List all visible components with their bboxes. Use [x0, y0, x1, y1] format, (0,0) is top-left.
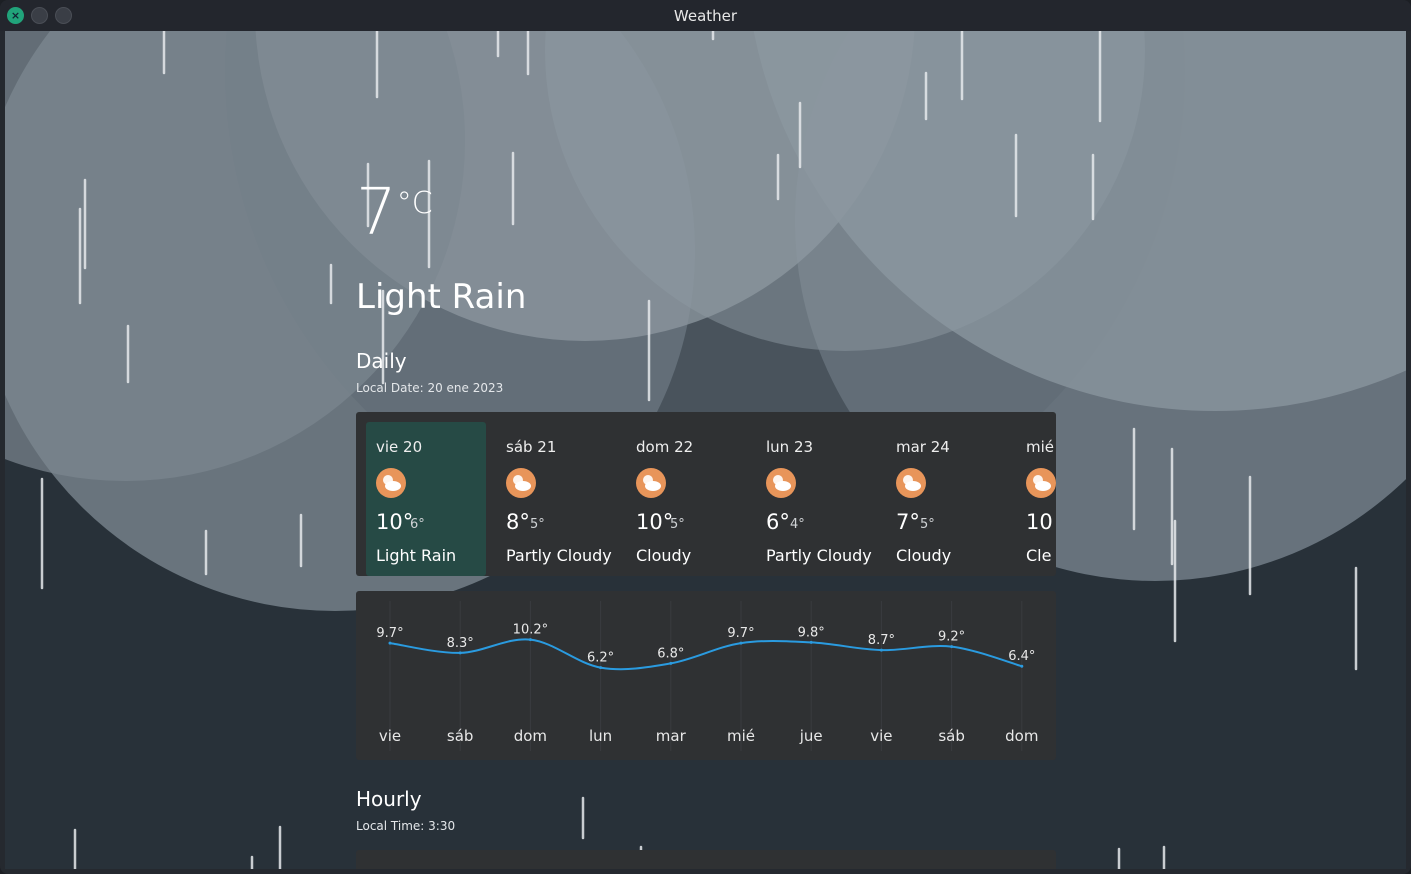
day-description: Light Rain — [376, 546, 457, 565]
title-bar: × Weather — [0, 0, 1411, 31]
temperature-chart-card[interactable]: 9.7° 8.3° 10.2° 6.2° 6.8° 9.7° 9.8° 8.7° 9.2° 6.4… — [356, 591, 1056, 760]
partly-cloudy-icon — [766, 468, 796, 498]
weather-content[interactable]: 7°C Light Rain Daily Local Date: 20 ene … — [5, 31, 1406, 869]
current-temperature: 7°C — [356, 181, 433, 245]
temperature-point — [879, 648, 883, 652]
day-low: 6° — [410, 517, 425, 532]
day-name: sáb 21 — [506, 438, 557, 456]
partly-cloudy-icon — [896, 468, 926, 498]
day-low: 5° — [530, 517, 545, 532]
temperature-chart: 9.7° 8.3° 10.2° 6.2° 6.8° 9.7° 9.8° 8.7° 9.2° 6.4… — [376, 601, 1038, 751]
chart-day-label: mié — [727, 727, 755, 745]
day-high: 8° — [506, 510, 530, 534]
temperature-point — [458, 651, 462, 655]
temperature-series-line — [389, 638, 1023, 671]
local-time: Local Time: 3:30 — [356, 819, 456, 833]
day-high: 10 — [1026, 510, 1053, 534]
day-description: Partly Cloudy — [506, 546, 612, 565]
main-panel: 7°C Light Rain Daily Local Date: 20 ene … — [356, 31, 1056, 869]
day-description: Partly Cloudy — [766, 546, 872, 565]
weather-window: × Weather 7°C Light Rain Daily Local Dat… — [0, 0, 1411, 874]
chart-day-label: sáb — [938, 727, 965, 745]
chart-day-label: vie — [379, 727, 401, 745]
temperature-point — [669, 661, 673, 665]
partly-cloudy-icon — [506, 468, 536, 498]
temperature-point — [809, 640, 813, 644]
partly-cloudy-icon — [376, 468, 406, 498]
day-low: 4° — [790, 517, 805, 532]
hourly-heading: Hourly — [356, 787, 422, 811]
day-name: dom 22 — [636, 438, 694, 456]
day-item[interactable]: lun 23 6° 4° Partly Cloudy — [756, 422, 876, 576]
temperature-data-label: 6.8° — [657, 646, 684, 661]
temperature-point — [739, 641, 743, 645]
chart-day-label: dom — [514, 727, 547, 745]
day-name: vie 20 — [376, 438, 423, 456]
day-item[interactable]: mié 10 Cle — [1016, 422, 1056, 576]
day-name: mié — [1026, 438, 1055, 456]
temperature-data-label: 9.7° — [727, 626, 754, 641]
temperature-data-label: 9.8° — [798, 625, 825, 640]
temperature-point — [528, 638, 532, 642]
day-high: 6° — [766, 510, 790, 534]
temperature-data-label: 9.7° — [376, 626, 403, 641]
day-high: 10° — [636, 510, 674, 534]
day-name: mar 24 — [896, 438, 950, 456]
temperature-data-label: 9.2° — [938, 630, 965, 645]
temperature-point — [388, 641, 392, 645]
local-date: Local Date: 20 ene 2023 — [356, 381, 504, 395]
day-name: lun 23 — [766, 438, 814, 456]
day-high: 7° — [896, 510, 920, 534]
window-title: Weather — [673, 7, 738, 25]
partly-cloudy-icon — [636, 468, 666, 498]
temperature-data-label: 6.4° — [1008, 649, 1035, 664]
temperature-point — [950, 645, 954, 649]
day-low: 5° — [920, 517, 935, 532]
temperature-point — [1020, 664, 1024, 668]
partly-cloudy-icon — [1026, 468, 1056, 498]
day-item[interactable]: sáb 21 8° 5° Partly Cloudy — [496, 422, 616, 576]
day-description: Cloudy — [896, 546, 952, 565]
chart-day-label: mar — [656, 727, 687, 745]
temperature-data-label: 10.2° — [513, 623, 548, 638]
day-description: Cloudy — [636, 546, 692, 565]
hourly-forecast-card[interactable] — [356, 850, 1056, 869]
current-condition: Light Rain — [356, 277, 527, 317]
day-low: 5° — [670, 517, 685, 532]
day-high: 10° — [376, 510, 414, 534]
temperature-data-label: 8.3° — [447, 636, 474, 651]
day-item[interactable]: vie 20 10° 6° Light Rain — [366, 422, 486, 576]
chart-day-label: sáb — [447, 727, 474, 745]
chart-day-label: jue — [799, 727, 823, 745]
temperature-point — [599, 666, 603, 670]
day-item[interactable]: dom 22 10° 5° Cloudy — [626, 422, 746, 576]
temperature-data-label: 8.7° — [868, 633, 895, 648]
chart-day-label: vie — [870, 727, 892, 745]
chart-day-label: lun — [589, 727, 612, 745]
day-description: Cle — [1026, 546, 1052, 565]
chart-day-label: dom — [1005, 727, 1038, 745]
daily-forecast-card[interactable]: vie 20 10° 6° Light Rain sáb 21 8° 5° Pa… — [356, 412, 1056, 576]
day-item[interactable]: mar 24 7° 5° Cloudy — [886, 422, 1006, 576]
temperature-unit: °C — [396, 186, 433, 221]
temperature-data-label: 6.2° — [587, 651, 614, 666]
temperature-value: 7 — [356, 176, 397, 250]
daily-heading: Daily — [356, 349, 407, 373]
